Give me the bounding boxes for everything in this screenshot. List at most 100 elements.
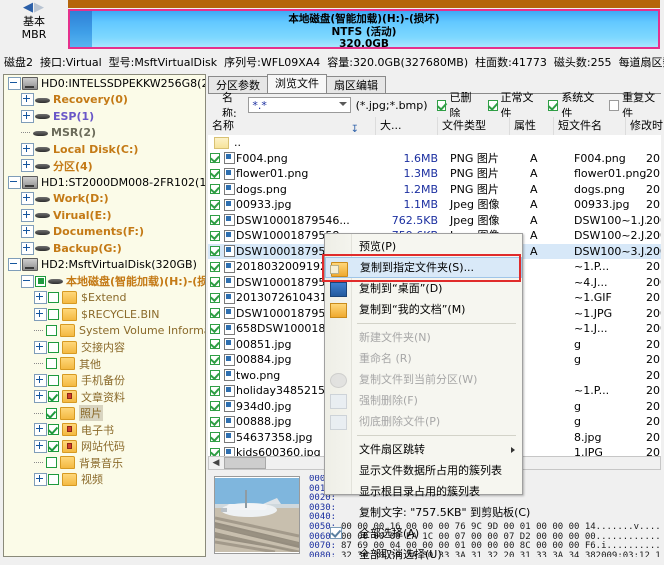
tree-item-checkbox[interactable] <box>48 474 59 485</box>
column-header-1[interactable]: 大... <box>376 117 438 135</box>
tree-item[interactable]: Documents(F:) <box>4 224 205 241</box>
row-checkbox[interactable] <box>208 166 222 182</box>
column-header-3[interactable]: 属性 <box>510 117 554 135</box>
tree-item[interactable]: 文章资料 <box>4 389 205 406</box>
hscroll-thumb[interactable] <box>224 457 266 469</box>
tree-item[interactable]: 背景音乐 <box>4 455 205 472</box>
tree-item[interactable]: 交接内容 <box>4 339 205 356</box>
tree-item-checkbox[interactable] <box>46 457 57 468</box>
tree-item[interactable]: 网站代码 <box>4 438 205 455</box>
row-checkbox[interactable] <box>208 197 222 213</box>
row-checkbox[interactable] <box>208 244 222 260</box>
tree-item-checkbox[interactable] <box>46 408 57 419</box>
expand-icon[interactable] <box>21 192 34 205</box>
row-checkbox[interactable] <box>208 259 222 275</box>
expand-icon[interactable] <box>21 143 34 156</box>
file-list-column-header[interactable]: 名称↧大...文件类型属性短文件名修改时间 <box>208 117 661 136</box>
table-row[interactable]: F004.png1.6MBPNG 图片AF004.png2014-11-18 1… <box>208 151 661 167</box>
collapse-icon[interactable] <box>8 77 21 90</box>
expand-icon[interactable] <box>34 291 47 304</box>
checkbox-icon[interactable] <box>488 100 498 111</box>
row-checkbox[interactable] <box>208 213 222 229</box>
tree-item[interactable]: Local Disk(C:) <box>4 141 205 158</box>
expand-icon[interactable] <box>21 159 34 172</box>
row-checkbox[interactable] <box>208 290 222 306</box>
tree-item[interactable]: 手机备份 <box>4 372 205 389</box>
tree-item[interactable]: HD2:MsftVirtualDisk(320GB) <box>4 257 205 274</box>
row-checkbox[interactable] <box>208 383 222 399</box>
tree-item[interactable]: Backup(G:) <box>4 240 205 257</box>
column-header-5[interactable]: 修改时间 <box>626 117 664 135</box>
tree-item[interactable]: $RECYCLE.BIN <box>4 306 205 323</box>
tree-item-checkbox[interactable] <box>46 358 57 369</box>
tree-item[interactable]: 照片 <box>4 405 205 422</box>
tree-item-checkbox[interactable] <box>48 375 59 386</box>
row-checkbox[interactable] <box>208 306 222 322</box>
tree-item[interactable]: HD1:ST2000DM008-2FR102(1863GB) <box>4 174 205 191</box>
table-row[interactable]: flower01.png1.3MBPNG 图片Aflower01.png2014… <box>208 166 661 182</box>
row-checkbox[interactable] <box>208 337 222 353</box>
expand-icon[interactable] <box>21 93 34 106</box>
partition-block-h[interactable]: 本地磁盘(智能加载)(H:)-(损坏) NTFS (活动) 320.0GB <box>68 9 660 49</box>
tree-item-checkbox[interactable] <box>48 292 59 303</box>
menu-item[interactable]: 复制到“桌面”(D) <box>325 278 522 299</box>
expand-icon[interactable] <box>34 308 47 321</box>
tree-item[interactable]: MSR(2) <box>4 125 205 142</box>
menu-item[interactable]: 预览(P) <box>325 236 522 257</box>
expand-icon[interactable] <box>34 390 47 403</box>
parent-directory-row[interactable]: .. <box>208 135 661 151</box>
expand-icon[interactable] <box>34 440 47 453</box>
table-row[interactable]: 00933.jpg1.1MBJpeg 图像A00933.jpg2012-05-1… <box>208 197 661 213</box>
menu-item[interactable]: 全部选择(A) <box>325 523 522 544</box>
row-checkbox[interactable] <box>208 352 222 368</box>
row-checkbox[interactable] <box>208 368 222 384</box>
tree-item[interactable]: 本地磁盘(智能加载)(H:)-(损坏) <box>4 273 205 290</box>
tree-item-checkbox[interactable] <box>48 309 59 320</box>
row-checkbox[interactable] <box>208 151 222 167</box>
row-checkbox[interactable] <box>208 399 222 415</box>
row-checkbox[interactable] <box>208 414 222 430</box>
table-row[interactable]: DSW10001879546...762.5KBJpeg 图像ADSW100~1… <box>208 213 661 229</box>
table-row[interactable]: dogs.png1.2MBPNG 图片Adogs.png2014-11-18 1… <box>208 182 661 198</box>
tree-item[interactable]: Work(D:) <box>4 191 205 208</box>
menu-item[interactable]: 文件扇区跳转 <box>325 439 522 460</box>
tree-item[interactable]: 视频 <box>4 471 205 488</box>
menu-item[interactable]: 复制文字: "757.5KB" 到剪贴板(C) <box>325 502 522 523</box>
volume-selected-checkbox[interactable] <box>35 276 46 287</box>
tree-item-checkbox[interactable] <box>48 441 59 452</box>
chevron-down-icon[interactable] <box>339 102 347 106</box>
expand-icon[interactable] <box>34 423 47 436</box>
row-checkbox[interactable] <box>208 430 222 446</box>
checkbox-icon[interactable] <box>437 100 447 111</box>
row-checkbox[interactable] <box>208 321 222 337</box>
menu-item[interactable]: 全部取消选择(U) <box>325 544 522 565</box>
tree-item[interactable]: $Extend <box>4 290 205 307</box>
menu-item[interactable]: 显示文件数据所占用的簇列表 <box>325 460 522 481</box>
row-checkbox[interactable] <box>208 275 222 291</box>
column-header-2[interactable]: 文件类型 <box>438 117 510 135</box>
expand-icon[interactable] <box>21 209 34 222</box>
tab-2[interactable]: 扇区编辑 <box>326 76 386 93</box>
image-thumbnail[interactable] <box>214 476 300 554</box>
tree-item[interactable]: HD0:INTELSSDPEKKW256G8(238GB) <box>4 75 205 92</box>
collapse-icon[interactable] <box>8 176 21 189</box>
tree-item[interactable]: Recovery(0) <box>4 92 205 109</box>
menu-item[interactable]: 复制到“我的文档”(M) <box>325 299 522 320</box>
nav-arrows-icon[interactable]: ◀▶ <box>0 2 68 14</box>
tree-item[interactable]: 分区(4) <box>4 158 205 175</box>
column-header-4[interactable]: 短文件名 <box>554 117 626 135</box>
checkbox-icon[interactable] <box>609 100 619 111</box>
tab-1[interactable]: 浏览文件 <box>267 74 327 93</box>
tree-item-checkbox[interactable] <box>48 342 59 353</box>
tree-item[interactable]: 其他 <box>4 356 205 373</box>
checkbox-icon[interactable] <box>548 100 558 111</box>
tree-item-checkbox[interactable] <box>48 424 59 435</box>
column-header-0[interactable]: 名称↧ <box>208 117 376 135</box>
tree-item[interactable]: Virual(E:) <box>4 207 205 224</box>
menu-item[interactable]: 显示根目录占用的簇列表 <box>325 481 522 502</box>
tree-item[interactable]: System Volume Information <box>4 323 205 340</box>
scroll-left-icon[interactable]: ◀ <box>209 457 223 469</box>
tree-item-checkbox[interactable] <box>48 391 59 402</box>
row-checkbox[interactable] <box>208 182 222 198</box>
disk-tree-panel[interactable]: HD0:INTELSSDPEKKW256G8(238GB)Recovery(0)… <box>3 74 206 557</box>
